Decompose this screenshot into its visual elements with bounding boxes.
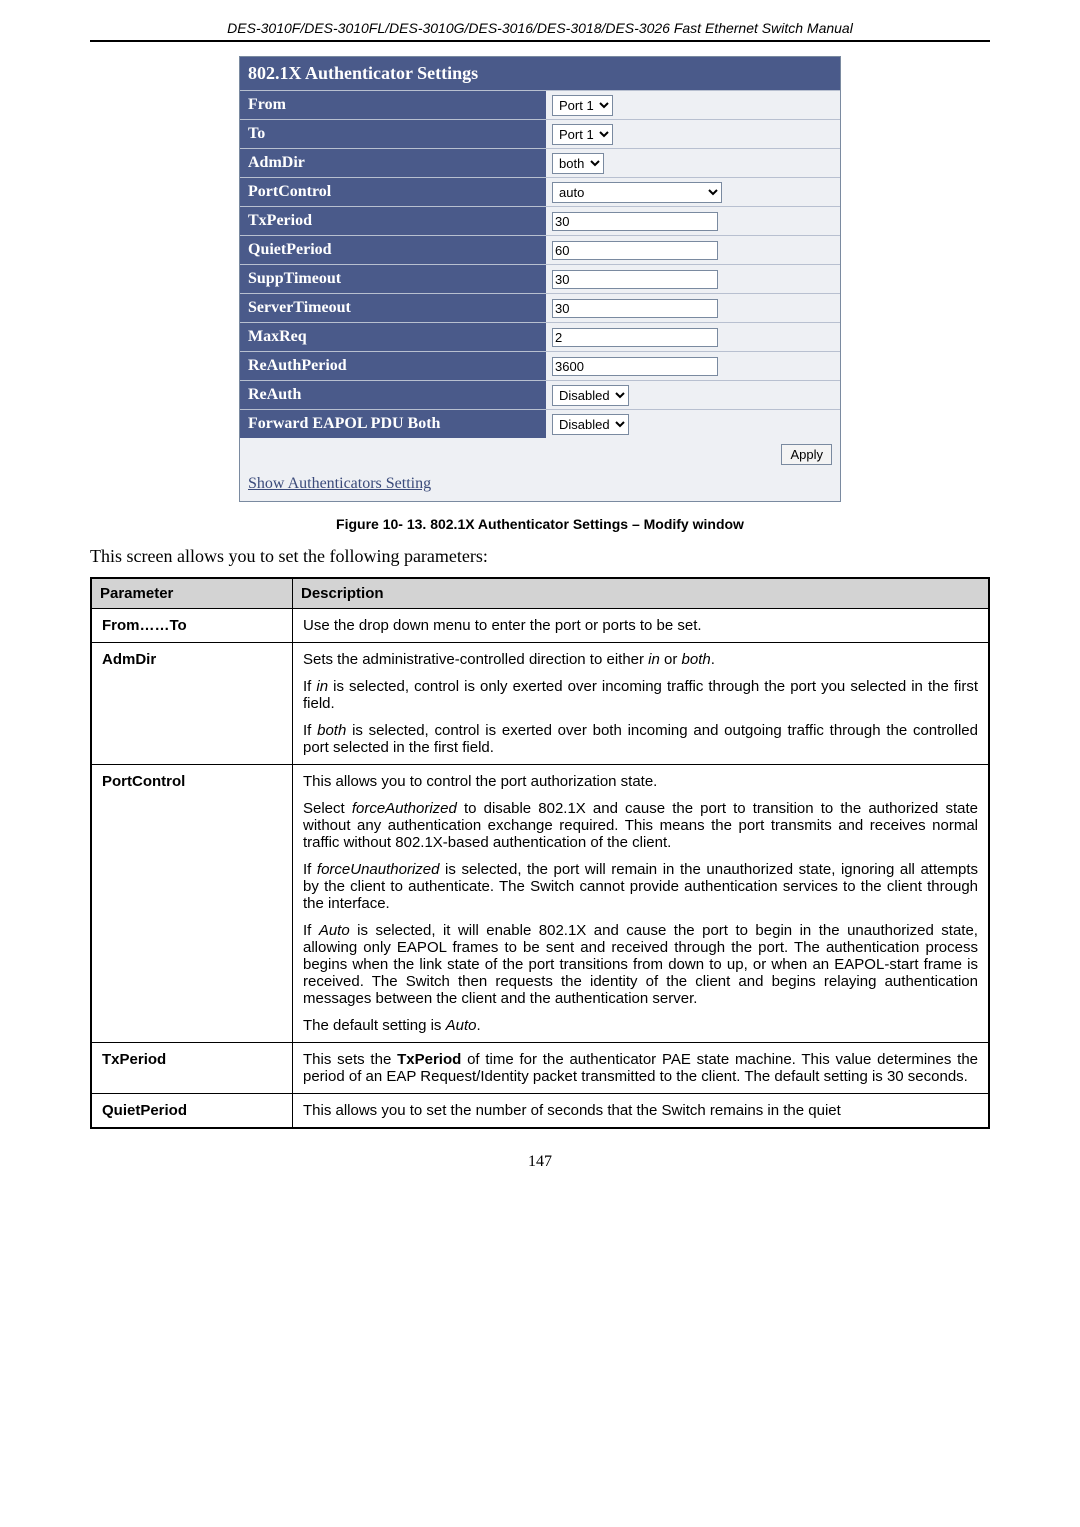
label-txperiod: TxPeriod bbox=[240, 207, 546, 235]
param-desc: This sets the TxPeriod of time for the a… bbox=[293, 1043, 990, 1094]
param-name: From……To bbox=[91, 609, 293, 643]
figure-caption: Figure 10- 13. 802.1X Authenticator Sett… bbox=[90, 516, 990, 532]
label-maxreq: MaxReq bbox=[240, 323, 546, 351]
input-supptimeout[interactable] bbox=[552, 270, 718, 289]
table-row: PortControl This allows you to control t… bbox=[91, 765, 989, 1043]
param-desc: This allows you to set the number of sec… bbox=[293, 1094, 990, 1129]
manual-header: DES-3010F/DES-3010FL/DES-3010G/DES-3016/… bbox=[90, 20, 990, 42]
select-forwardeapol[interactable]: Disabled bbox=[552, 414, 629, 435]
param-desc: Sets the administrative-controlled direc… bbox=[293, 643, 990, 765]
table-row: TxPeriod This sets the TxPeriod of time … bbox=[91, 1043, 989, 1094]
settings-title: 802.1X Authenticator Settings bbox=[240, 57, 840, 90]
select-portcontrol[interactable]: auto bbox=[552, 182, 722, 203]
intro-text: This screen allows you to set the follow… bbox=[90, 546, 990, 567]
input-servertimeout[interactable] bbox=[552, 299, 718, 318]
label-forwardeapol: Forward EAPOL PDU Both bbox=[240, 410, 546, 438]
page-number: 147 bbox=[90, 1153, 990, 1171]
label-servertimeout: ServerTimeout bbox=[240, 294, 546, 322]
param-desc: Use the drop down menu to enter the port… bbox=[293, 609, 990, 643]
param-name: AdmDir bbox=[91, 643, 293, 765]
apply-button[interactable]: Apply bbox=[781, 444, 832, 465]
label-to: To bbox=[240, 120, 546, 148]
select-admdir[interactable]: both bbox=[552, 153, 604, 174]
label-reauthperiod: ReAuthPeriod bbox=[240, 352, 546, 380]
table-row: AdmDir Sets the administrative-controlle… bbox=[91, 643, 989, 765]
th-parameter: Parameter bbox=[91, 578, 293, 609]
label-portcontrol: PortControl bbox=[240, 178, 546, 206]
label-admdir: AdmDir bbox=[240, 149, 546, 177]
param-name: TxPeriod bbox=[91, 1043, 293, 1094]
label-quietperiod: QuietPeriod bbox=[240, 236, 546, 264]
param-name: QuietPeriod bbox=[91, 1094, 293, 1129]
label-supptimeout: SuppTimeout bbox=[240, 265, 546, 293]
input-quietperiod[interactable] bbox=[552, 241, 718, 260]
select-to[interactable]: Port 1 bbox=[552, 124, 613, 145]
settings-panel: 802.1X Authenticator Settings From Port … bbox=[239, 56, 841, 502]
table-row: From……To Use the drop down menu to enter… bbox=[91, 609, 989, 643]
param-name: PortControl bbox=[91, 765, 293, 1043]
select-reauth[interactable]: Disabled bbox=[552, 385, 629, 406]
input-maxreq[interactable] bbox=[552, 328, 718, 347]
parameters-table: Parameter Description From……To Use the d… bbox=[90, 577, 990, 1129]
input-reauthperiod[interactable] bbox=[552, 357, 718, 376]
th-description: Description bbox=[293, 578, 990, 609]
param-desc: This allows you to control the port auth… bbox=[293, 765, 990, 1043]
input-txperiod[interactable] bbox=[552, 212, 718, 231]
label-from: From bbox=[240, 91, 546, 119]
label-reauth: ReAuth bbox=[240, 381, 546, 409]
table-row: QuietPeriod This allows you to set the n… bbox=[91, 1094, 989, 1129]
show-authenticators-link[interactable]: Show Authenticators Setting bbox=[248, 475, 431, 492]
select-from[interactable]: Port 1 bbox=[552, 95, 613, 116]
